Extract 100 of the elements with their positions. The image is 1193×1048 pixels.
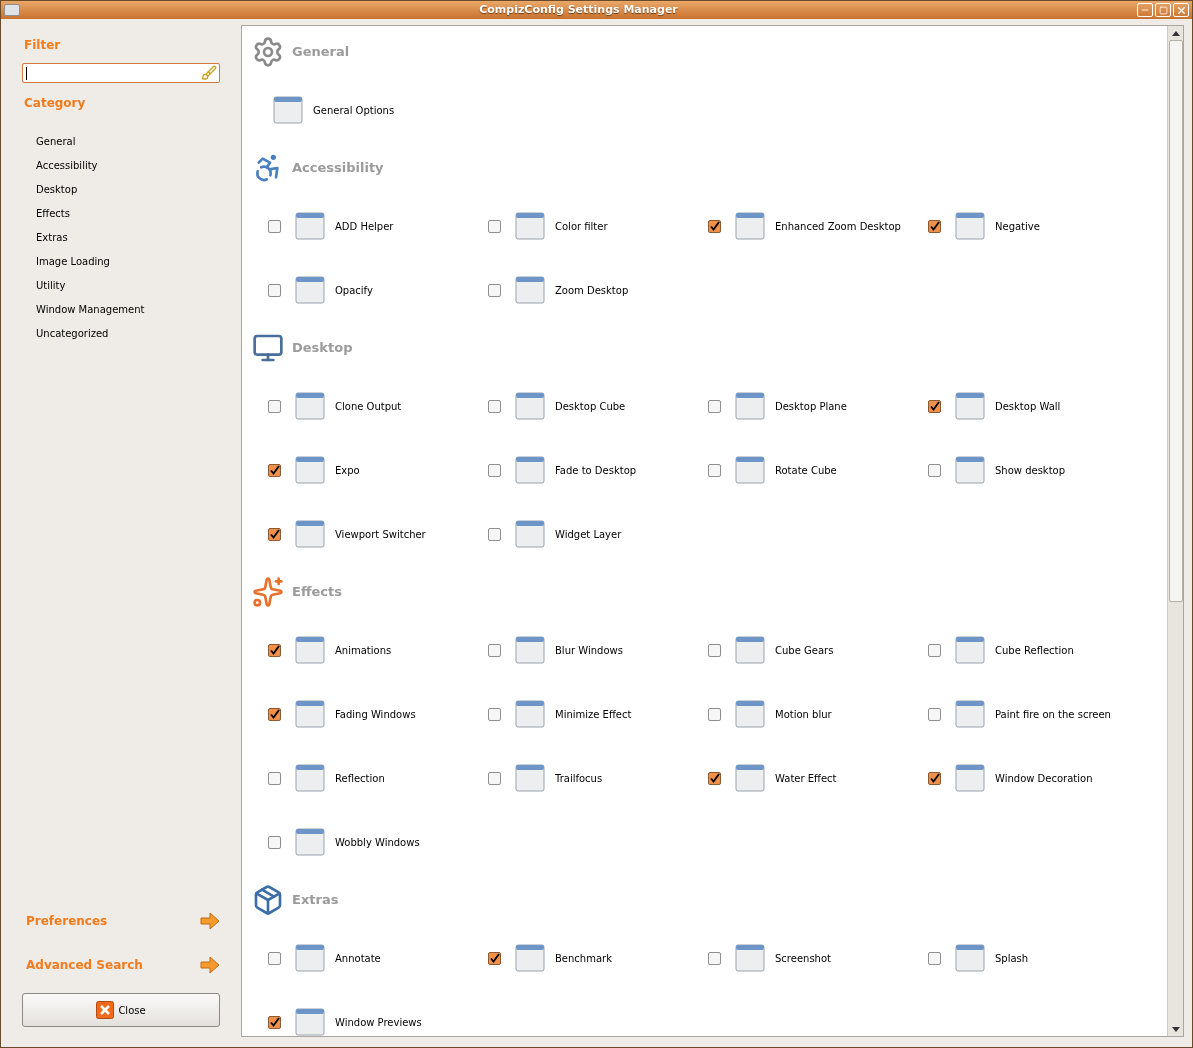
checkbox[interactable] [488, 643, 501, 657]
checkbox[interactable] [928, 219, 941, 233]
checkbox[interactable] [488, 771, 501, 785]
plugin-label[interactable]: Fading Windows [335, 706, 416, 722]
checkbox[interactable] [928, 463, 941, 477]
checkbox[interactable] [268, 283, 281, 297]
plugin-label[interactable]: Expo [335, 462, 360, 478]
plugin-label[interactable]: Window Decoration [995, 770, 1093, 786]
checkbox[interactable] [488, 707, 501, 721]
plugin-label[interactable]: Splash [995, 950, 1029, 966]
checkbox[interactable] [488, 399, 501, 413]
plugin-label[interactable]: Window Previews [335, 1014, 422, 1030]
arrow-icon[interactable] [200, 912, 220, 930]
checkbox[interactable] [268, 219, 281, 233]
plugin-label[interactable]: Water Effect [775, 770, 837, 786]
checkbox[interactable] [268, 707, 281, 721]
plugin-label[interactable]: Show desktop [995, 462, 1066, 478]
checkbox[interactable] [708, 707, 721, 721]
plugin-label[interactable]: Paint fire on the screen [995, 706, 1111, 722]
plugin-label[interactable]: Animations [335, 642, 392, 658]
window-icon [295, 275, 325, 305]
plugin-label[interactable]: Enhanced Zoom Desktop [775, 218, 901, 234]
plugin-label[interactable]: Cube Reflection [995, 642, 1074, 658]
scroll-thumb[interactable] [1168, 40, 1183, 602]
gear-icon [252, 36, 284, 68]
checkbox[interactable] [708, 951, 721, 965]
plugin-label[interactable]: Widget Layer [555, 526, 622, 542]
plugin-label[interactable]: Color filter [555, 218, 608, 234]
checkbox[interactable] [928, 707, 941, 721]
plugin-label[interactable]: Trailfocus [555, 770, 603, 786]
checkbox[interactable] [268, 527, 281, 541]
minimize-button[interactable] [1137, 3, 1153, 17]
checkbox[interactable] [268, 399, 281, 413]
window-icon [955, 391, 985, 421]
checkbox[interactable] [928, 643, 941, 657]
section-heading: Desktop [292, 339, 353, 358]
scrollbar[interactable] [1167, 26, 1183, 1036]
checkbox[interactable] [268, 643, 281, 657]
plugin-label[interactable]: Opacify [335, 282, 373, 298]
checkbox[interactable] [708, 643, 721, 657]
checkbox[interactable] [928, 771, 941, 785]
checkbox[interactable] [268, 771, 281, 785]
checkbox[interactable] [268, 835, 281, 849]
window-icon [273, 95, 303, 125]
checkbox[interactable] [928, 951, 941, 965]
checkbox[interactable] [488, 463, 501, 477]
window-icon [295, 519, 325, 549]
plugin-label[interactable]: Rotate Cube [775, 462, 837, 478]
category-item[interactable]: Extras [22, 226, 220, 250]
checkbox[interactable] [268, 463, 281, 477]
plugin-label[interactable]: Cube Gears [775, 642, 834, 658]
plugin-label[interactable]: Blur Windows [555, 642, 623, 658]
plugin-label[interactable]: Negative [995, 218, 1040, 234]
filter-field[interactable] [22, 63, 220, 83]
checkbox[interactable] [708, 463, 721, 477]
plugin-label[interactable]: Minimize Effect [555, 706, 632, 722]
filter-heading: Filter [24, 37, 62, 54]
plugin-label[interactable]: Wobbly Windows [335, 834, 420, 850]
plugin-label[interactable]: Viewport Switcher [335, 526, 426, 542]
category-item[interactable]: General [22, 130, 220, 154]
plugin-label[interactable]: Desktop Plane [775, 398, 847, 414]
checkbox[interactable] [488, 283, 501, 297]
checkbox[interactable] [928, 399, 941, 413]
section-heading: General [292, 43, 350, 62]
plugin-label[interactable]: Desktop Wall [995, 398, 1061, 414]
close-button[interactable]: Close [22, 993, 220, 1027]
plugin-label[interactable]: ADD Helper [335, 218, 394, 234]
category-item[interactable]: Desktop [22, 178, 220, 202]
window-icon [515, 943, 545, 973]
plugin-label[interactable]: Zoom Desktop [555, 282, 629, 298]
plugin-label[interactable]: Benchmark [555, 950, 612, 966]
checkbox[interactable] [708, 771, 721, 785]
maximize-icon [1158, 5, 1168, 15]
maximize-button[interactable] [1155, 3, 1171, 17]
category-item[interactable]: Image Loading [22, 250, 220, 274]
checkbox[interactable] [268, 951, 281, 965]
plugin-label[interactable]: Screenshot [775, 950, 831, 966]
arrow-icon[interactable] [200, 956, 220, 974]
close-window-button[interactable] [1173, 3, 1189, 17]
checkbox[interactable] [708, 399, 721, 413]
category-item[interactable]: Accessibility [22, 154, 220, 178]
category-item[interactable]: Utility [22, 274, 220, 298]
category-item[interactable]: Effects [22, 202, 220, 226]
plugin-label[interactable]: General Options [313, 102, 395, 118]
plugin-label[interactable]: Fade to Desktop [555, 462, 637, 478]
plugin-label[interactable]: Annotate [335, 950, 381, 966]
plugin-label[interactable]: Desktop Cube [555, 398, 626, 414]
category-item[interactable]: Uncategorized [22, 322, 220, 346]
checkbox[interactable] [488, 527, 501, 541]
plugin-label[interactable]: Reflection [335, 770, 385, 786]
checkbox[interactable] [488, 219, 501, 233]
plugin-label[interactable]: Motion blur [775, 706, 832, 722]
checkbox[interactable] [708, 219, 721, 233]
window-icon [295, 943, 325, 973]
window-icon [955, 635, 985, 665]
plugin-label[interactable]: Clone Output [335, 398, 402, 414]
category-item[interactable]: Window Management [22, 298, 220, 322]
window-icon [955, 699, 985, 729]
checkbox[interactable] [488, 951, 501, 965]
checkbox[interactable] [268, 1015, 281, 1029]
